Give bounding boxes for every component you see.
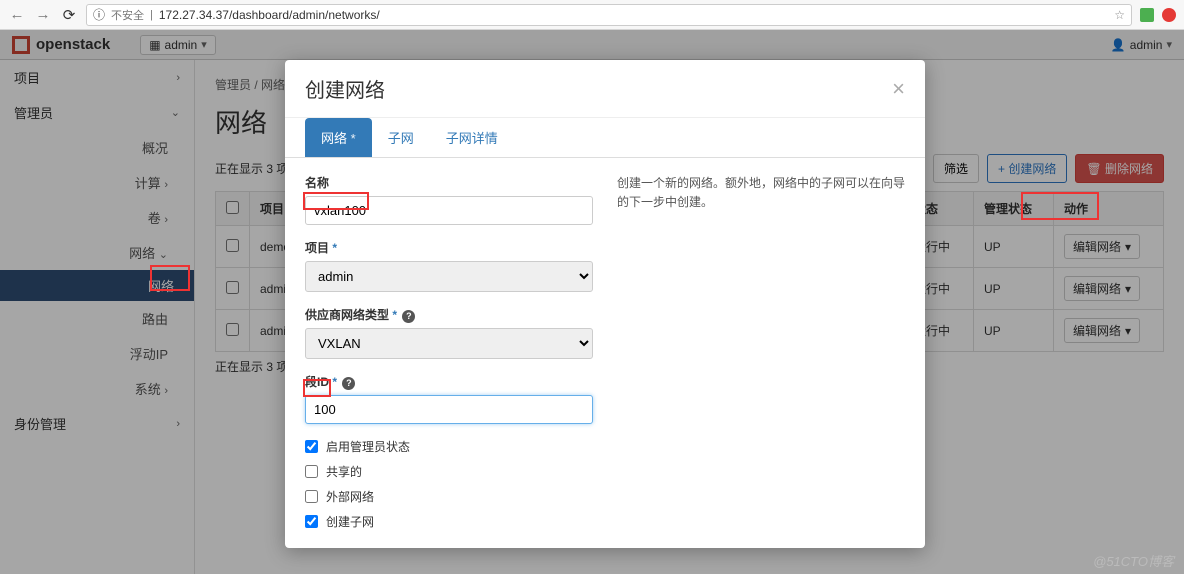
name-input[interactable] — [305, 196, 593, 225]
project-label: 项目 * — [305, 239, 593, 256]
enable-admin-label: 启用管理员状态 — [326, 438, 410, 455]
tab-subnet-detail[interactable]: 子网详情 — [430, 118, 514, 157]
external-checkbox[interactable] — [305, 490, 318, 503]
shared-checkbox[interactable] — [305, 465, 318, 478]
info-icon: ⓘ — [93, 6, 105, 23]
name-label: 名称 — [305, 174, 593, 191]
modal-help-text: 创建一个新的网络。额外地，网络中的子网可以在向导的下一步中创建。 — [617, 174, 905, 538]
address-bar[interactable]: ⓘ 不安全 | 172.27.34.37/dashboard/admin/net… — [86, 4, 1132, 26]
external-label: 外部网络 — [326, 488, 374, 505]
watermark: @51CTO博客 — [1093, 551, 1174, 570]
help-icon[interactable]: ? — [402, 310, 415, 323]
create-subnet-label: 创建子网 — [326, 513, 374, 530]
provider-type-label: 供应商网络类型 * ? — [305, 306, 593, 323]
browser-toolbar: ← → ⟳ ⓘ 不安全 | 172.27.34.37/dashboard/adm… — [0, 0, 1184, 30]
nav-back-icon[interactable]: ← — [8, 6, 26, 23]
tab-network[interactable]: 网络 * — [305, 118, 372, 157]
modal-title: 创建网络 — [305, 74, 385, 103]
shared-label: 共享的 — [326, 463, 362, 480]
bookmark-star-icon[interactable]: ☆ — [1114, 8, 1125, 22]
segment-id-label: 段ID * ? — [305, 373, 593, 390]
extension-icon[interactable] — [1140, 8, 1154, 22]
help-icon[interactable]: ? — [342, 377, 355, 390]
modal-tabs: 网络 * 子网 子网详情 — [285, 118, 925, 158]
project-select[interactable]: admin — [305, 261, 593, 292]
tab-subnet[interactable]: 子网 — [372, 118, 430, 157]
extension-icon[interactable] — [1162, 8, 1176, 22]
nav-forward-icon: → — [34, 6, 52, 23]
url-text: 172.27.34.37/dashboard/admin/networks/ — [159, 8, 1108, 22]
insecure-label: 不安全 — [111, 7, 144, 23]
create-network-modal: 创建网络 × 网络 * 子网 子网详情 名称 项目 * admin 供应商网络类… — [285, 60, 925, 548]
enable-admin-checkbox[interactable] — [305, 440, 318, 453]
segment-id-input[interactable] — [305, 395, 593, 424]
nav-reload-icon[interactable]: ⟳ — [60, 6, 78, 24]
close-icon[interactable]: × — [892, 76, 905, 102]
create-subnet-checkbox[interactable] — [305, 515, 318, 528]
provider-type-select[interactable]: VXLAN — [305, 328, 593, 359]
